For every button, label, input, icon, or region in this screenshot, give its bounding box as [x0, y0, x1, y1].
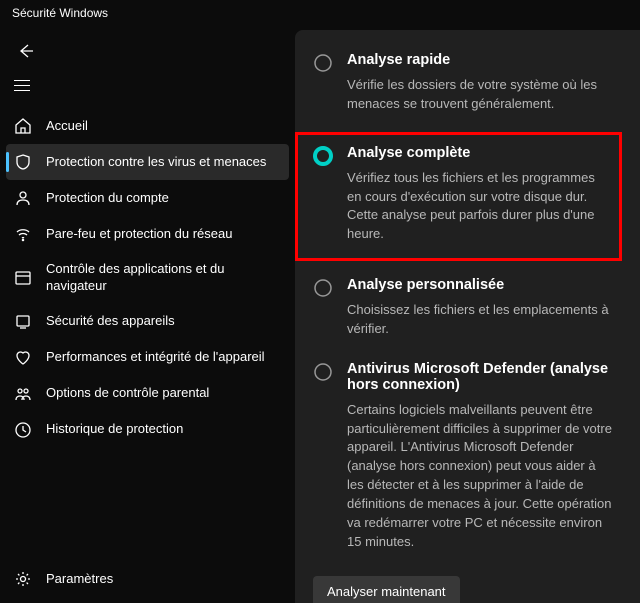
device-icon [14, 313, 32, 331]
nav-list: Accueil Protection contre les virus et m… [0, 108, 295, 557]
sidebar-item-home[interactable]: Accueil [6, 108, 289, 144]
sidebar-item-performance[interactable]: Performances et intégrité de l'appareil [6, 340, 289, 376]
history-icon [14, 421, 32, 439]
gear-icon [14, 570, 32, 588]
scan-option-custom[interactable]: Analyse personnalisée Choisissez les fic… [295, 273, 622, 357]
sidebar-item-virus-protection[interactable]: Protection contre les virus et menaces [6, 144, 289, 180]
sidebar-item-label: Accueil [46, 118, 279, 135]
option-title: Analyse personnalisée [347, 277, 612, 293]
sidebar-item-device-security[interactable]: Sécurité des appareils [6, 304, 289, 340]
sidebar-item-app-control[interactable]: Contrôle des applications et du navigate… [6, 252, 289, 304]
back-arrow-icon [18, 43, 34, 59]
menu-button[interactable] [14, 73, 38, 97]
sidebar: Accueil Protection contre les virus et m… [0, 30, 295, 603]
option-desc: Vérifie les dossiers de votre système où… [347, 76, 612, 114]
sidebar-item-label: Protection contre les virus et menaces [46, 154, 279, 171]
sidebar-item-settings[interactable]: Paramètres [6, 561, 289, 597]
sidebar-item-label: Sécurité des appareils [46, 313, 279, 330]
sidebar-item-label: Options de contrôle parental [46, 385, 279, 402]
scan-now-button[interactable]: Analyser maintenant [313, 576, 460, 603]
wifi-icon [14, 225, 32, 243]
option-desc: Choisissez les fichiers et les emplaceme… [347, 301, 612, 339]
scan-option-quick[interactable]: Analyse rapide Vérifie les dossiers de v… [295, 48, 622, 132]
shield-icon [14, 153, 32, 171]
option-title: Analyse rapide [347, 52, 612, 68]
sidebar-item-label: Pare-feu et protection du réseau [46, 226, 279, 243]
scan-option-offline[interactable]: Antivirus Microsoft Defender (analyse ho… [295, 357, 622, 570]
sidebar-item-label: Historique de protection [46, 421, 279, 438]
app-body: Accueil Protection contre les virus et m… [0, 30, 640, 603]
sidebar-item-label: Protection du compte [46, 190, 279, 207]
window-title: Sécurité Windows [0, 0, 640, 30]
radio-icon[interactable] [313, 278, 333, 298]
sidebar-item-firewall[interactable]: Pare-feu et protection du réseau [6, 216, 289, 252]
radio-icon[interactable] [313, 53, 333, 73]
person-icon [14, 189, 32, 207]
main-content: Analyse rapide Vérifie les dossiers de v… [295, 30, 640, 603]
family-icon [14, 385, 32, 403]
option-desc: Vérifiez tous les fichiers et les progra… [347, 169, 609, 244]
radio-selected-icon[interactable] [313, 146, 333, 166]
home-icon [14, 117, 32, 135]
window-icon [14, 269, 32, 287]
option-title: Antivirus Microsoft Defender (analyse ho… [347, 361, 612, 393]
back-button[interactable] [14, 39, 38, 63]
sidebar-item-history[interactable]: Historique de protection [6, 412, 289, 448]
sidebar-item-account-protection[interactable]: Protection du compte [6, 180, 289, 216]
sidebar-item-label: Paramètres [46, 571, 279, 588]
option-title: Analyse complète [347, 145, 609, 161]
sidebar-item-label: Contrôle des applications et du navigate… [46, 261, 279, 295]
sidebar-item-family[interactable]: Options de contrôle parental [6, 376, 289, 412]
radio-icon[interactable] [313, 362, 333, 382]
option-desc: Certains logiciels malveillants peuvent … [347, 401, 612, 552]
sidebar-item-label: Performances et intégrité de l'appareil [46, 349, 279, 366]
scan-option-full[interactable]: Analyse complète Vérifiez tous les fichi… [295, 132, 622, 261]
heart-icon [14, 349, 32, 367]
